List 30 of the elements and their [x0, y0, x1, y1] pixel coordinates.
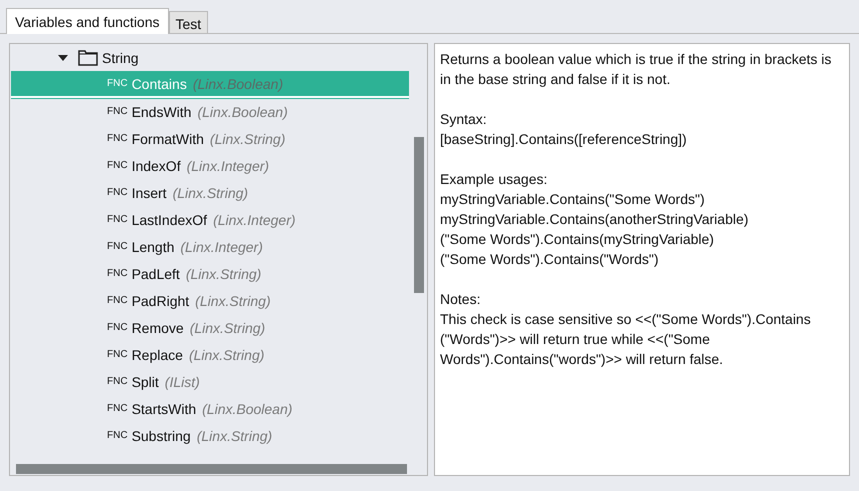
function-item[interactable]: FNC LastIndexOf (Linx.Integer) — [11, 206, 409, 233]
function-item[interactable]: FNC IndexOf (Linx.Integer) — [11, 152, 409, 179]
function-item[interactable]: FNC Remove (Linx.String) — [11, 314, 409, 341]
folder-icon — [78, 50, 98, 66]
function-item[interactable]: FNC Replace (Linx.String) — [11, 341, 409, 368]
description-text: [baseString].Contains([referenceString]) — [440, 130, 688, 149]
function-item[interactable]: FNC Length (Linx.Integer) — [11, 233, 409, 260]
description-text: Returns a boolean value which is true if the string in brackets is in the base string and false if it is not. — [440, 50, 832, 89]
function-item[interactable]: FNC PadLeft (Linx.String) — [11, 260, 409, 287]
function-item[interactable]: FNC Substring (Linx.String) — [11, 422, 409, 449]
description-text: Example usages: — [440, 170, 548, 189]
folder-label: String — [102, 50, 139, 66]
description-text: ("Some Words").Contains(myStringVariable) — [440, 230, 715, 249]
function-item[interactable]: FNC Split (IList) — [11, 368, 409, 395]
description-text: Syntax: — [440, 110, 488, 129]
description-text: Notes: — [440, 290, 482, 309]
tab[interactable]: Variables and functions — [6, 8, 168, 34]
description-text: myStringVariable.Contains("Some Words") — [440, 190, 706, 209]
expand-caret-icon[interactable] — [58, 54, 68, 60]
function-item[interactable]: FNC PadRight (Linx.String) — [11, 287, 409, 314]
function-item[interactable]: FNC Insert (Linx.String) — [11, 179, 409, 206]
vertical-scrollbar[interactable] — [414, 137, 424, 293]
function-item[interactable]: FNC EndsWith (Linx.Boolean) — [11, 98, 409, 125]
function-item[interactable]: FNC StartsWith (Linx.Boolean) — [11, 395, 409, 422]
description-text: myStringVariable.Contains(anotherStringVariable) — [440, 210, 750, 229]
tab[interactable]: Test — [168, 11, 208, 33]
horizontal-scrollbar[interactable] — [16, 464, 407, 474]
description-text: This check is case sensitive so <<("Some Words").Contains ("Words")>> will return true while <<("Some Words").Contains("words")>> will return false. — [440, 310, 812, 369]
description-text: ("Some Words").Contains("Words") — [440, 250, 660, 269]
function-item[interactable]: FNC FormatWith (Linx.String) — [11, 125, 409, 152]
